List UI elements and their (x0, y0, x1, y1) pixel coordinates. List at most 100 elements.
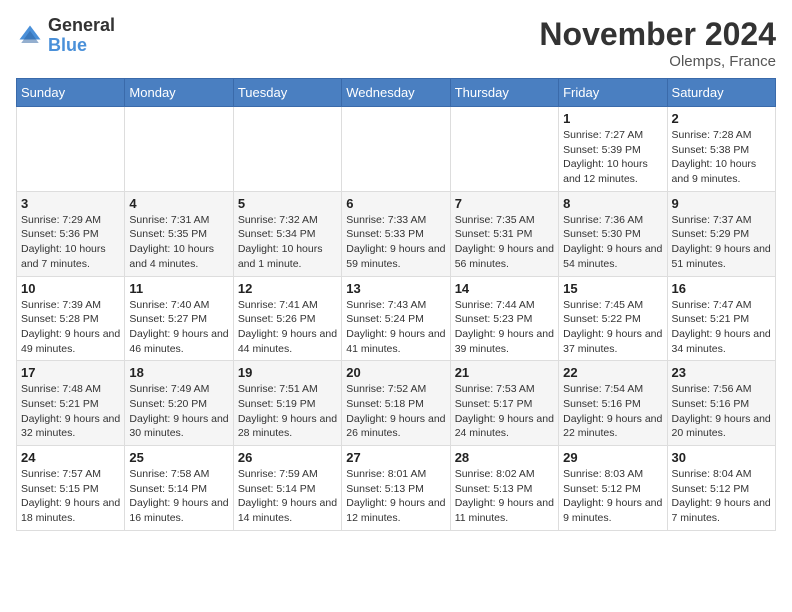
calendar-cell: 21 Sunrise: 7:53 AM Sunset: 5:17 PM Dayli… (450, 361, 558, 446)
calendar-cell: 19Sunrise: 7:51 AM Sunset: 5:19 PM Dayli… (233, 361, 341, 446)
day-info: Sunrise: 7:56 AM Sunset: 5:16 PM Dayligh… (672, 382, 771, 441)
day-number: 25 (129, 450, 228, 465)
calendar-cell: 23 Sunrise: 7:56 AM Sunset: 5:16 PM Dayli… (667, 361, 775, 446)
day-number: 10 (21, 281, 120, 296)
day-number: 22 (563, 365, 662, 380)
day-number: 23 (672, 365, 771, 380)
calendar-cell: 12 Sunrise: 7:41 AM Sunset: 5:26 PM Dayli… (233, 276, 341, 361)
logo-blue-text: Blue (48, 35, 87, 55)
day-number: 3 (21, 196, 120, 211)
day-info: Sunrise: 7:35 AM Sunset: 5:31 PM Dayligh… (455, 213, 554, 272)
day-info: Sunrise: 7:47 AM Sunset: 5:21 PM Dayligh… (672, 298, 771, 357)
calendar-cell (233, 107, 341, 192)
day-info: Sunrise: 7:41 AM Sunset: 5:26 PM Dayligh… (238, 298, 337, 357)
day-number: 12 (238, 281, 337, 296)
calendar-cell: 15 Sunrise: 7:45 AM Sunset: 5:22 PM Dayli… (559, 276, 667, 361)
day-info: Sunrise: 7:43 AM Sunset: 5:24 PM Dayligh… (346, 298, 445, 357)
day-info: Sunrise: 7:36 AM Sunset: 5:30 PM Dayligh… (563, 213, 662, 272)
day-number: 26 (238, 450, 337, 465)
day-info: Sunrise: 7:28 AM Sunset: 5:38 PM Dayligh… (672, 128, 771, 187)
calendar-header-thursday: Thursday (450, 79, 558, 107)
day-number: 11 (129, 281, 228, 296)
day-number: 6 (346, 196, 445, 211)
day-number: 18 (129, 365, 228, 380)
calendar-week-row: 1Sunrise: 7:27 AM Sunset: 5:39 PM Daylig… (17, 107, 776, 192)
day-number: 17 (21, 365, 120, 380)
day-info: Sunrise: 8:03 AM Sunset: 5:12 PM Dayligh… (563, 467, 662, 526)
calendar-week-row: 10Sunrise: 7:39 AM Sunset: 5:28 PM Dayli… (17, 276, 776, 361)
logo-icon (16, 22, 44, 50)
calendar-header-row: SundayMondayTuesdayWednesdayThursdayFrid… (17, 79, 776, 107)
day-info: Sunrise: 8:02 AM Sunset: 5:13 PM Dayligh… (455, 467, 554, 526)
calendar-cell: 2 Sunrise: 7:28 AM Sunset: 5:38 PM Daylig… (667, 107, 775, 192)
calendar-header-wednesday: Wednesday (342, 79, 450, 107)
calendar-cell: 17 Sunrise: 7:48 AM Sunset: 5:21 PM Dayli… (17, 361, 125, 446)
calendar-cell: 7 Sunrise: 7:35 AM Sunset: 5:31 PM Daylig… (450, 191, 558, 276)
calendar-cell: 9 Sunrise: 7:37 AM Sunset: 5:29 PM Daylig… (667, 191, 775, 276)
day-number: 2 (672, 111, 771, 126)
day-info: Sunrise: 7:37 AM Sunset: 5:29 PM Dayligh… (672, 213, 771, 272)
day-number: 9 (672, 196, 771, 211)
calendar-header-saturday: Saturday (667, 79, 775, 107)
calendar-cell: 8 Sunrise: 7:36 AM Sunset: 5:30 PM Daylig… (559, 191, 667, 276)
location-text: Olemps, France (539, 53, 776, 70)
day-number: 24 (21, 450, 120, 465)
day-number: 20 (346, 365, 445, 380)
calendar-cell: 11 Sunrise: 7:40 AM Sunset: 5:27 PM Dayli… (125, 276, 233, 361)
calendar-cell: 30 Sunrise: 8:04 AM Sunset: 5:12 PM Dayli… (667, 446, 775, 531)
calendar-cell: 1Sunrise: 7:27 AM Sunset: 5:39 PM Daylig… (559, 107, 667, 192)
calendar-cell: 4 Sunrise: 7:31 AM Sunset: 5:35 PM Daylig… (125, 191, 233, 276)
day-number: 15 (563, 281, 662, 296)
calendar-cell: 5Sunrise: 7:32 AM Sunset: 5:34 PM Daylig… (233, 191, 341, 276)
day-info: Sunrise: 7:45 AM Sunset: 5:22 PM Dayligh… (563, 298, 662, 357)
day-number: 4 (129, 196, 228, 211)
calendar-cell (450, 107, 558, 192)
calendar-cell: 26 Sunrise: 7:59 AM Sunset: 5:14 PM Dayli… (233, 446, 341, 531)
day-number: 14 (455, 281, 554, 296)
day-info: Sunrise: 7:48 AM Sunset: 5:21 PM Dayligh… (21, 382, 120, 441)
day-number: 8 (563, 196, 662, 211)
day-info: Sunrise: 7:58 AM Sunset: 5:14 PM Dayligh… (129, 467, 228, 526)
day-info: Sunrise: 8:01 AM Sunset: 5:13 PM Dayligh… (346, 467, 445, 526)
calendar-cell: 27Sunrise: 8:01 AM Sunset: 5:13 PM Dayli… (342, 446, 450, 531)
day-info: Sunrise: 7:49 AM Sunset: 5:20 PM Dayligh… (129, 382, 228, 441)
calendar-cell: 28Sunrise: 8:02 AM Sunset: 5:13 PM Dayli… (450, 446, 558, 531)
calendar-week-row: 17 Sunrise: 7:48 AM Sunset: 5:21 PM Dayli… (17, 361, 776, 446)
calendar-cell: 24Sunrise: 7:57 AM Sunset: 5:15 PM Dayli… (17, 446, 125, 531)
day-info: Sunrise: 7:44 AM Sunset: 5:23 PM Dayligh… (455, 298, 554, 357)
day-info: Sunrise: 7:27 AM Sunset: 5:39 PM Dayligh… (563, 128, 662, 187)
day-number: 7 (455, 196, 554, 211)
day-number: 30 (672, 450, 771, 465)
calendar-cell: 13Sunrise: 7:43 AM Sunset: 5:24 PM Dayli… (342, 276, 450, 361)
calendar-cell: 3 Sunrise: 7:29 AM Sunset: 5:36 PM Daylig… (17, 191, 125, 276)
calendar-cell: 29Sunrise: 8:03 AM Sunset: 5:12 PM Dayli… (559, 446, 667, 531)
day-info: Sunrise: 7:33 AM Sunset: 5:33 PM Dayligh… (346, 213, 445, 272)
calendar-cell: 6 Sunrise: 7:33 AM Sunset: 5:33 PM Daylig… (342, 191, 450, 276)
calendar-header-friday: Friday (559, 79, 667, 107)
page-header: General Blue November 2024 Olemps, Franc… (16, 16, 776, 70)
day-info: Sunrise: 7:29 AM Sunset: 5:36 PM Dayligh… (21, 213, 120, 272)
title-block: November 2024 Olemps, France (539, 16, 776, 70)
calendar-table: SundayMondayTuesdayWednesdayThursdayFrid… (16, 78, 776, 531)
day-info: Sunrise: 7:59 AM Sunset: 5:14 PM Dayligh… (238, 467, 337, 526)
day-info: Sunrise: 7:53 AM Sunset: 5:17 PM Dayligh… (455, 382, 554, 441)
day-info: Sunrise: 7:32 AM Sunset: 5:34 PM Dayligh… (238, 213, 337, 272)
calendar-cell (17, 107, 125, 192)
day-info: Sunrise: 7:40 AM Sunset: 5:27 PM Dayligh… (129, 298, 228, 357)
day-info: Sunrise: 7:52 AM Sunset: 5:18 PM Dayligh… (346, 382, 445, 441)
day-number: 21 (455, 365, 554, 380)
logo-general-text: General (48, 15, 115, 35)
calendar-cell: 14 Sunrise: 7:44 AM Sunset: 5:23 PM Dayli… (450, 276, 558, 361)
logo: General Blue (16, 16, 115, 56)
month-title: November 2024 (539, 16, 776, 53)
calendar-cell (125, 107, 233, 192)
calendar-cell: 25 Sunrise: 7:58 AM Sunset: 5:14 PM Dayli… (125, 446, 233, 531)
day-info: Sunrise: 7:31 AM Sunset: 5:35 PM Dayligh… (129, 213, 228, 272)
calendar-cell: 18 Sunrise: 7:49 AM Sunset: 5:20 PM Dayli… (125, 361, 233, 446)
day-number: 19 (238, 365, 337, 380)
calendar-header-monday: Monday (125, 79, 233, 107)
calendar-cell: 20 Sunrise: 7:52 AM Sunset: 5:18 PM Dayli… (342, 361, 450, 446)
calendar-cell: 16Sunrise: 7:47 AM Sunset: 5:21 PM Dayli… (667, 276, 775, 361)
day-info: Sunrise: 8:04 AM Sunset: 5:12 PM Dayligh… (672, 467, 771, 526)
calendar-cell: 10Sunrise: 7:39 AM Sunset: 5:28 PM Dayli… (17, 276, 125, 361)
